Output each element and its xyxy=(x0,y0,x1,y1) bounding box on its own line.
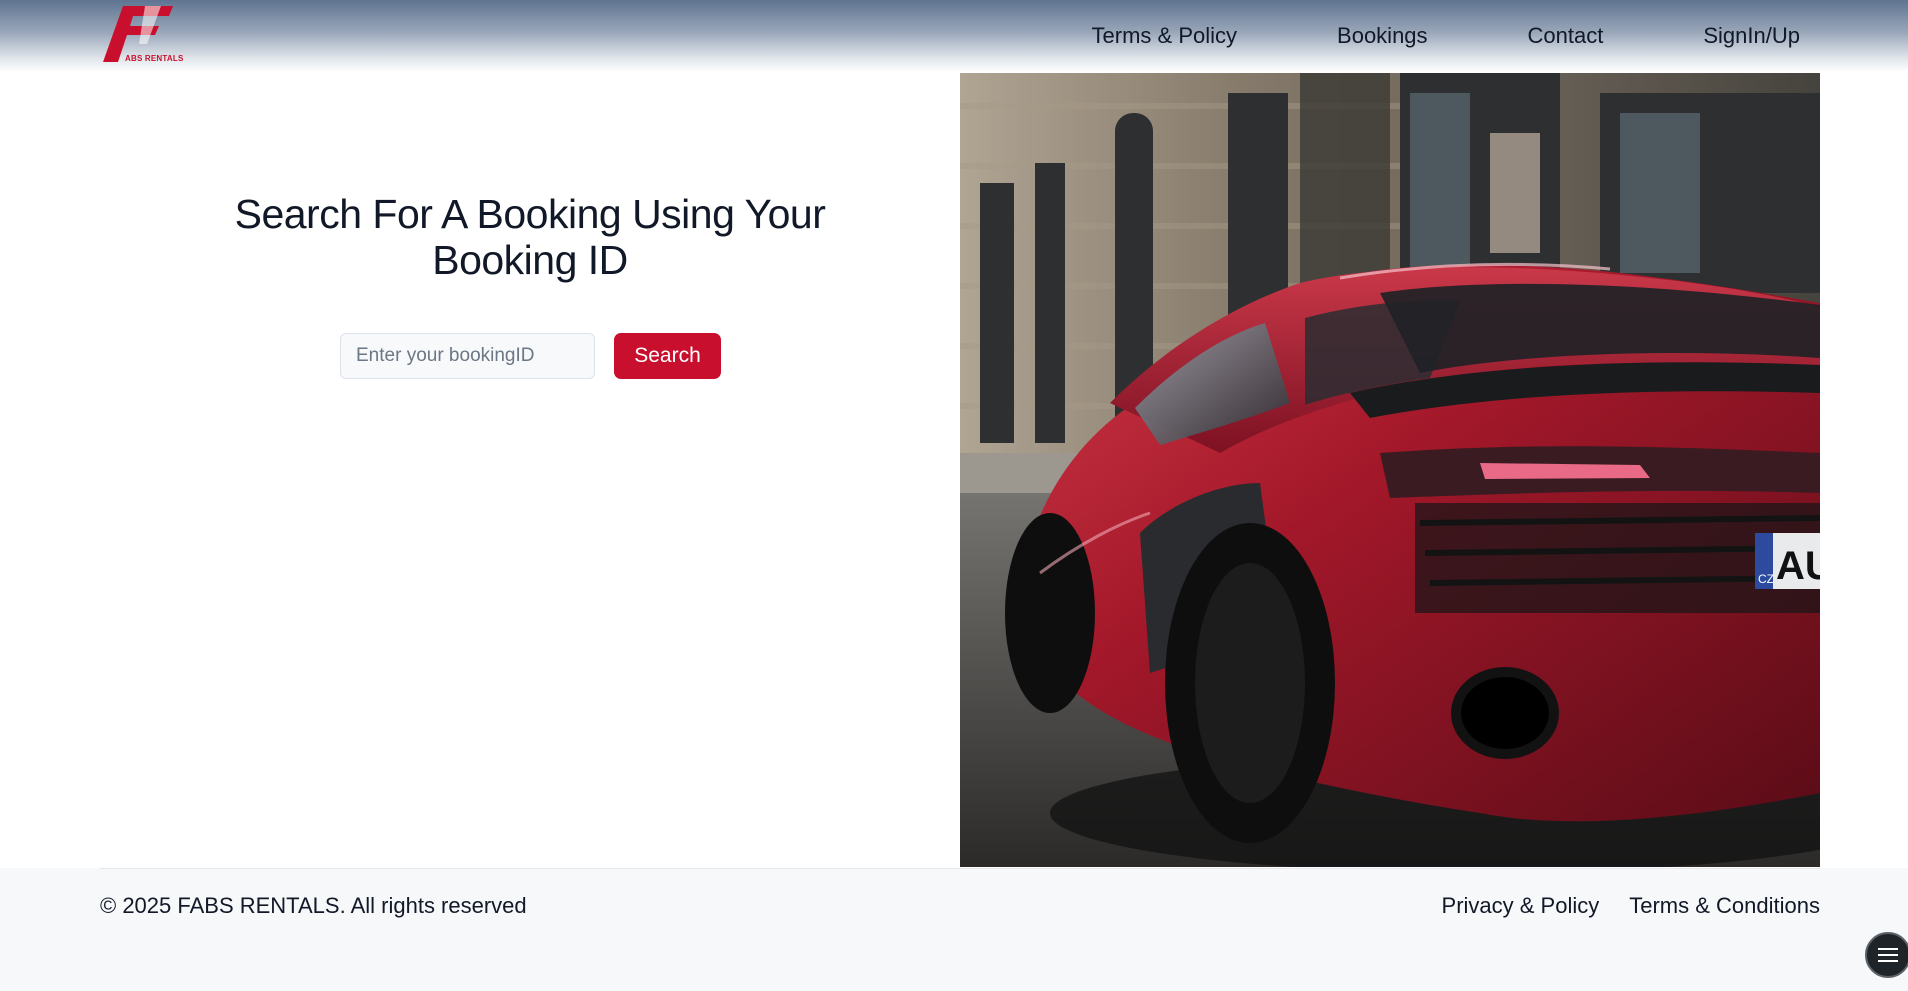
copyright-text: © 2025 FABS RENTALS. All rights reserved xyxy=(100,893,527,918)
search-button[interactable]: Search xyxy=(614,333,721,379)
nav-contact[interactable]: Contact xyxy=(1528,23,1604,49)
red-sports-car-icon: CZ AU xyxy=(960,73,1820,867)
footer-divider xyxy=(100,868,1820,869)
main-nav: Terms & Policy Bookings Contact SignIn/U… xyxy=(1092,0,1800,72)
nav-terms-policy[interactable]: Terms & Policy xyxy=(1092,23,1237,49)
footer-links: Privacy & Policy Terms & Conditions xyxy=(1442,893,1820,919)
hero-car-image: CZ AU xyxy=(960,73,1820,867)
nav-bookings[interactable]: Bookings xyxy=(1337,23,1428,49)
svg-text:AU: AU xyxy=(1776,544,1820,588)
svg-text:CZ: CZ xyxy=(1758,572,1774,586)
page-title: Search For A Booking Using Your Booking … xyxy=(234,191,826,283)
site-footer: © 2025 FABS RENTALS. All rights reserved… xyxy=(0,868,1908,991)
booking-search-panel: Search For A Booking Using Your Booking … xyxy=(100,73,960,868)
footer-privacy-policy-link[interactable]: Privacy & Policy xyxy=(1442,893,1600,919)
footer-terms-conditions-link[interactable]: Terms & Conditions xyxy=(1629,893,1820,919)
brand-logo[interactable]: ABS RENTALS xyxy=(101,4,183,66)
site-header: ABS RENTALS Terms & Policy Bookings Cont… xyxy=(0,0,1908,72)
logo-text: ABS RENTALS xyxy=(125,54,184,63)
nav-signin-signup[interactable]: SignIn/Up xyxy=(1703,23,1800,49)
hamburger-menu-icon xyxy=(1878,948,1898,962)
floating-menu-button[interactable] xyxy=(1865,932,1908,978)
booking-id-input[interactable] xyxy=(340,333,595,379)
